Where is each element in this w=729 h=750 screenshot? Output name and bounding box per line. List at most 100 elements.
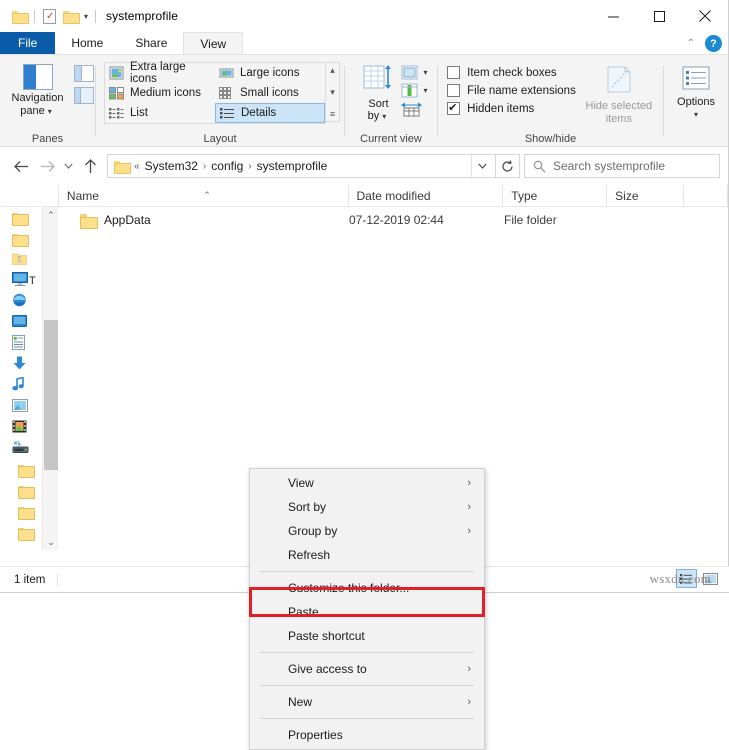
breadcrumb-field[interactable]: « System32 › config › systemprofile [107,154,496,178]
nav-folder[interactable] [0,522,42,543]
close-button[interactable] [682,0,728,32]
file-name-extensions-row[interactable]: File name extensions [447,84,576,97]
scroll-down-icon[interactable]: ⌄ [43,534,59,550]
scrollbar-thumb[interactable] [44,320,58,470]
file-name-extensions-checkbox[interactable] [447,84,460,97]
nav-videos[interactable] [0,417,42,438]
nav-folder[interactable] [0,459,42,480]
menu-item-refresh[interactable]: Refresh [250,543,484,567]
forward-button[interactable] [34,153,60,179]
nav-music[interactable] [0,375,42,396]
add-columns-button[interactable]: ▾ [401,83,430,98]
address-dropdown-button[interactable] [471,155,493,177]
folder-icon[interactable] [9,6,30,27]
breadcrumb: « System32 › config › systemprofile [134,159,471,173]
breadcrumb-separator[interactable]: › [203,161,206,172]
navigation-pane-scrollbar[interactable]: ⌃ ⌄ [42,207,58,550]
tab-view[interactable]: View [183,32,243,54]
layout-medium-icons[interactable]: Medium icons [105,83,215,103]
layout-details[interactable]: Details [215,103,325,123]
column-header-size[interactable]: Size [607,185,684,207]
layout-label: List [130,107,148,119]
back-button[interactable] [8,153,34,179]
layout-small-icons[interactable]: Small icons [215,83,325,103]
nav-pictures[interactable] [0,396,42,417]
menu-item-view[interactable]: View › [250,471,484,495]
window-title: systemprofile [106,9,178,23]
tab-share[interactable]: Share [119,32,183,54]
navigation-pane[interactable]: T [0,207,42,550]
hidden-items-checkbox[interactable] [447,102,460,115]
column-header-name[interactable]: Name ⌃ [59,185,349,207]
navigation-pane-button[interactable]: Navigation pane▾ [2,60,74,118]
pictures-icon [12,399,28,415]
nav-documents[interactable] [0,333,42,354]
tab-home[interactable]: Home [55,32,119,54]
layout-list[interactable]: List [105,103,215,123]
menu-item-give-access-to[interactable]: Give access to › [250,657,484,681]
table-row[interactable]: AppData 07-12-2019 02:44 File folder [59,207,728,233]
chevron-right-icon: › [467,501,471,513]
chevron-down-icon[interactable]: ▾ [84,12,88,21]
nav-zip-folder[interactable] [0,249,42,270]
nav-desktop[interactable] [0,312,42,333]
options-button[interactable]: Options ▾ [664,60,728,120]
help-icon[interactable]: ? [705,35,722,52]
properties-checklist-icon[interactable]: ✓ [39,6,60,27]
chevron-down-icon[interactable]: ▾ [423,68,427,77]
breadcrumb-item-system32[interactable]: System32 [141,159,202,173]
ribbon-group-current-view: Sort by▾ ▾ [345,55,437,148]
menu-item-new[interactable]: New › [250,690,484,714]
maximize-button[interactable] [636,0,682,32]
sort-by-button[interactable]: Sort by▾ [355,60,401,123]
group-by-button[interactable]: ▾ [401,65,430,80]
column-header-date-modified[interactable]: Date modified [349,185,504,207]
menu-item-paste-shortcut[interactable]: Paste shortcut [250,624,484,648]
nav-local-disk[interactable] [0,438,42,459]
breadcrumb-item-config[interactable]: config [207,159,247,173]
scroll-down-icon[interactable]: ▾ [330,87,335,98]
menu-item-group-by[interactable]: Group by › [250,519,484,543]
breadcrumb-separator[interactable]: › [248,161,251,172]
breadcrumb-item-systemprofile[interactable]: systemprofile [253,159,332,173]
layout-large-icons[interactable]: Large icons [215,63,325,83]
details-pane-icon[interactable] [74,87,94,104]
folder-icon [80,214,96,227]
scroll-up-icon[interactable]: ⌃ [43,207,59,223]
column-header-extra[interactable] [684,185,728,207]
layout-extra-large-icons[interactable]: Extra large icons [105,63,215,83]
menu-item-properties[interactable]: Properties [250,723,484,747]
hidden-items-row[interactable]: Hidden items [447,102,576,115]
nav-folder[interactable] [0,228,42,249]
item-check-boxes-checkbox[interactable] [447,66,460,79]
nav-folder[interactable] [0,207,42,228]
column-header-type[interactable]: Type [503,185,607,207]
chevron-down-icon: ▾ [694,110,698,119]
new-folder-icon[interactable] [60,6,81,27]
preview-pane-icon[interactable] [74,65,94,82]
chevron-down-icon[interactable]: ▾ [423,86,427,95]
item-check-boxes-row[interactable]: Item check boxes [447,66,576,79]
menu-item-sort-by[interactable]: Sort by › [250,495,484,519]
nav-onedrive[interactable] [0,291,42,312]
gallery-expand-icon[interactable]: ≡ [330,109,335,119]
nav-folder[interactable] [0,501,42,522]
minimize-button[interactable] [590,0,636,32]
layout-gallery-scroll[interactable]: ▴ ▾ ≡ [326,62,340,122]
size-all-columns-button[interactable] [401,101,430,117]
refresh-button[interactable] [496,154,520,178]
chevron-up-icon[interactable]: ⌃ [687,38,695,49]
recent-locations-button[interactable] [60,153,77,179]
tab-file[interactable]: File [0,32,55,54]
nav-this-pc[interactable]: T [0,270,42,291]
show-hide-checkboxes: Item check boxes File name extensions Hi… [439,60,576,115]
nav-folder[interactable] [0,480,42,501]
layout-label: Details [241,107,276,119]
scroll-up-icon[interactable]: ▴ [330,65,335,76]
search-input[interactable]: Search systemprofile [524,154,720,178]
options-icon [682,66,710,93]
breadcrumb-overflow[interactable]: « [134,161,140,172]
up-button[interactable] [77,153,103,179]
nav-downloads[interactable] [0,354,42,375]
hidden-items-label: Hidden items [467,103,534,115]
